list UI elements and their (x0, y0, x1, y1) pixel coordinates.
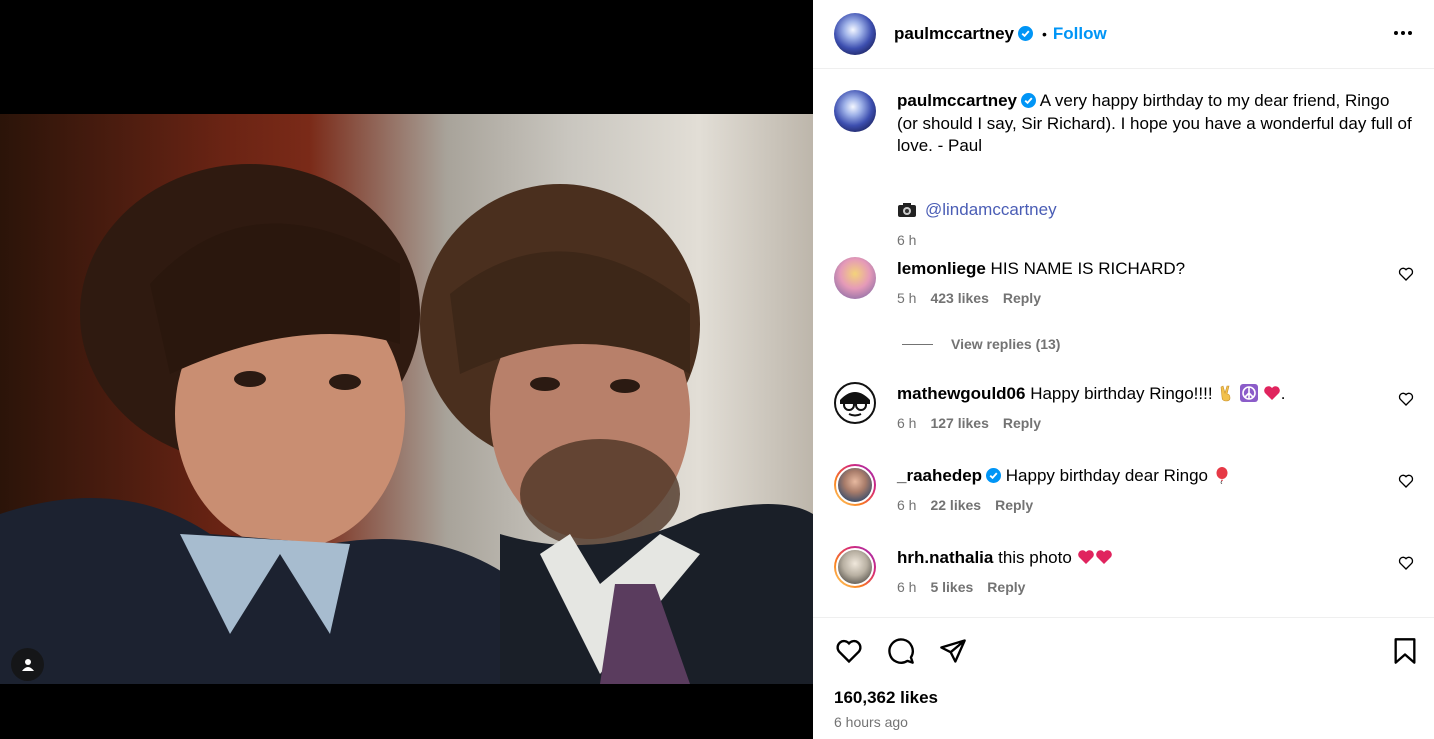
photo-credit: @lindamccartney (897, 200, 1057, 220)
separator-dot: • (1042, 26, 1047, 42)
more-options-icon (1394, 31, 1412, 35)
follow-button[interactable]: Follow (1053, 24, 1107, 44)
comment-item: mathewgould06 Happy birthday Ringo!!!! .… (834, 382, 1414, 442)
post-actions-bar: 160,362 likes 6 hours ago (813, 617, 1434, 739)
post-photo[interactable] (0, 114, 813, 684)
comment-like-heart-icon[interactable] (1398, 555, 1414, 571)
person-icon (21, 658, 34, 671)
reply-button[interactable]: Reply (1003, 290, 1041, 306)
comment-text-line: hrh.nathalia this photo (897, 548, 1113, 568)
comment-button[interactable] (886, 636, 916, 666)
comment-meta: 6 h 127 likes Reply (897, 415, 1041, 431)
post-timestamp[interactable]: 6 hours ago (834, 714, 908, 730)
cartoon-avatar-icon (840, 392, 870, 417)
comment-text-line: mathewgould06 Happy birthday Ringo!!!! . (897, 384, 1286, 404)
save-button[interactable] (1390, 636, 1420, 666)
more-options-button[interactable] (1392, 22, 1414, 44)
caption-timestamp[interactable]: 6 h (897, 232, 916, 248)
balloon-emoji-icon (1216, 467, 1228, 484)
comments-section[interactable]: paulmccartney A very happy birthday to m… (813, 70, 1434, 617)
commenter-username[interactable]: mathewgould06 (897, 384, 1025, 403)
comment-text: this photo (998, 548, 1072, 567)
comment-text: Happy birthday dear Ringo (1005, 466, 1209, 485)
reply-button[interactable]: Reply (995, 497, 1033, 513)
comment-likes[interactable]: 127 likes (930, 415, 988, 431)
comment-item: hrh.nathalia this photo 6 h 5 likes Repl… (834, 546, 1414, 606)
comment-time[interactable]: 6 h (897, 415, 916, 431)
bookmark-icon (1394, 638, 1416, 664)
commenter-username[interactable]: _raahedep (897, 466, 982, 485)
comment-trailing: . (1280, 384, 1286, 403)
credit-mention-link[interactable]: @lindamccartney (925, 200, 1057, 220)
verified-badge-icon (986, 468, 1002, 483)
author-username-text[interactable]: paulmccartney (894, 24, 1014, 43)
comment-time[interactable]: 5 h (897, 290, 916, 306)
comment-text-line: _raahedep Happy birthday dear Ringo (897, 466, 1231, 486)
view-replies-label[interactable]: View replies (13) (951, 336, 1060, 352)
comment-item: lemonliege HIS NAME IS RICHARD? 5 h 423 … (834, 257, 1414, 317)
commenter-username[interactable]: lemonliege (897, 259, 986, 278)
photo-illustration (0, 164, 813, 684)
red-heart-emoji-icon (1263, 386, 1280, 400)
commenter-avatar[interactable] (836, 548, 874, 586)
verified-badge-icon (1021, 93, 1036, 108)
comment-likes[interactable]: 22 likes (930, 497, 981, 513)
comment-meta: 5 h 423 likes Reply (897, 290, 1041, 306)
comment-bubble-icon (888, 638, 914, 664)
view-replies-button[interactable]: View replies (13) (902, 336, 1060, 352)
post-media[interactable] (0, 0, 813, 739)
red-heart-emoji-icon (1077, 550, 1094, 564)
comment-like-heart-icon[interactable] (1398, 391, 1414, 407)
comment-likes[interactable]: 5 likes (930, 579, 973, 595)
comment-like-heart-icon[interactable] (1398, 266, 1414, 282)
comment-time[interactable]: 6 h (897, 579, 916, 595)
comment-meta: 6 h 22 likes Reply (897, 497, 1033, 513)
caption-body: paulmccartney A very happy birthday to m… (897, 90, 1412, 158)
comment-item: _raahedep Happy birthday dear Ringo 6 h … (834, 464, 1414, 524)
commenter-avatar-story-ring[interactable] (834, 546, 876, 588)
post-panel: paulmccartney • Follow paulmccartney A v… (813, 0, 1434, 739)
heart-icon (836, 639, 862, 664)
share-button[interactable] (938, 636, 968, 666)
verified-badge-icon (1018, 26, 1033, 41)
comment-meta: 6 h 5 likes Reply (897, 579, 1025, 595)
caption-avatar[interactable] (834, 90, 876, 132)
post-actions (834, 636, 968, 666)
commenter-avatar[interactable] (836, 466, 874, 504)
tagged-people-button[interactable] (11, 648, 44, 681)
victory-hand-emoji-icon (1221, 385, 1231, 402)
caption-username[interactable]: paulmccartney (897, 91, 1017, 110)
comment-like-heart-icon[interactable] (1398, 473, 1414, 489)
red-heart-emoji-icon (1095, 550, 1112, 564)
commenter-avatar[interactable] (834, 382, 876, 424)
reply-button[interactable]: Reply (1003, 415, 1041, 431)
like-button[interactable] (834, 636, 864, 666)
commenter-avatar-story-ring[interactable] (834, 464, 876, 506)
like-count[interactable]: 160,362 likes (834, 688, 938, 708)
commenter-username[interactable]: hrh.nathalia (897, 548, 993, 567)
author-username[interactable]: paulmccartney (894, 24, 1033, 44)
camera-icon (898, 203, 916, 217)
view-replies-divider (902, 343, 933, 345)
comment-text-line: lemonliege HIS NAME IS RICHARD? (897, 259, 1185, 279)
comment-likes[interactable]: 423 likes (930, 290, 988, 306)
reply-button[interactable]: Reply (987, 579, 1025, 595)
peace-symbol-emoji-icon (1240, 384, 1259, 402)
commenter-avatar[interactable] (834, 257, 876, 299)
comment-text: HIS NAME IS RICHARD? (990, 259, 1186, 278)
post-header: paulmccartney • Follow (813, 0, 1434, 69)
comment-text: Happy birthday Ringo!!!! (1030, 384, 1213, 403)
paper-plane-icon (940, 639, 966, 663)
comment-time[interactable]: 6 h (897, 497, 916, 513)
author-avatar[interactable] (834, 13, 876, 55)
